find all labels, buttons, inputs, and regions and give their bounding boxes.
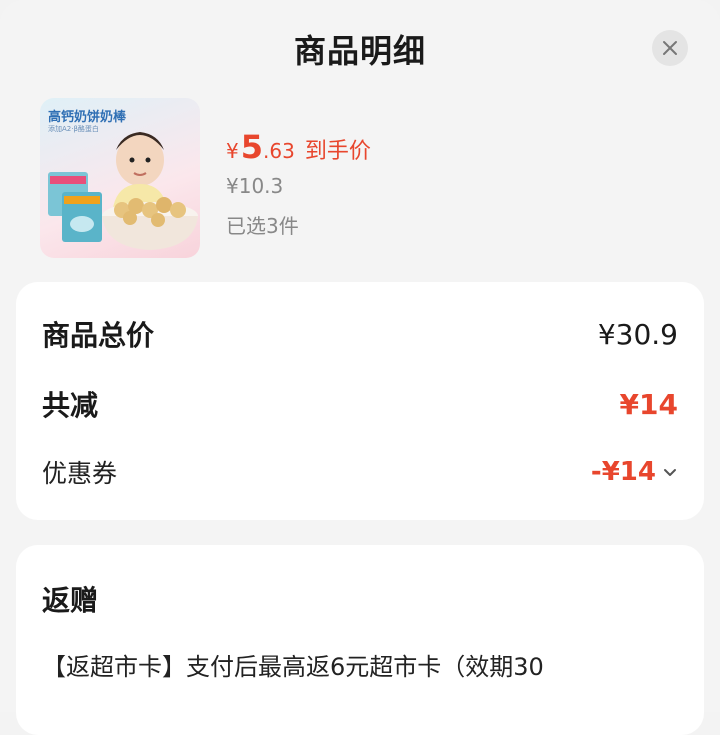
chevron-down-icon: [664, 469, 676, 476]
reduction-label: 共减: [42, 389, 99, 422]
price-decimal: .63: [263, 139, 295, 163]
total-price-label: 商品总价: [42, 319, 155, 352]
total-price-value: ¥30.9: [597, 317, 678, 351]
coupon-row[interactable]: 优惠券 -¥14: [42, 454, 678, 490]
product-image[interactable]: 高钙奶饼奶棒 添加A2·β酪蛋白: [40, 98, 200, 258]
reduction-row: 共减 ¥14: [42, 384, 678, 424]
gift-description: 【返超市卡】支付后最高返6元超市卡（效期30: [42, 653, 544, 681]
price-tag: 到手价: [304, 139, 371, 164]
original-price: ¥10.3: [226, 174, 284, 198]
product-detail-sheet: 商品明细 高钙奶饼奶棒 添加A2·β酪蛋白 ¥ 5 .63 到手价 ¥10.3 …: [0, 0, 720, 735]
close-button[interactable]: [652, 30, 688, 66]
close-icon: [663, 41, 677, 55]
price-summary-card: 商品总价 ¥30.9 共减 ¥14 优惠券 -¥14: [16, 282, 704, 520]
coupon-selector[interactable]: -¥14: [591, 457, 678, 487]
selected-count: 已选3件: [226, 214, 299, 238]
price-integer: 5: [240, 128, 263, 166]
sheet-title: 商品明细: [293, 32, 426, 70]
coupon-label: 优惠券: [42, 459, 118, 488]
gift-card: 返赠 【返超市卡】支付后最高返6元超市卡（效期30: [16, 545, 704, 735]
total-price-row: 商品总价 ¥30.9: [42, 314, 678, 354]
coupon-value: -¥14: [590, 457, 656, 487]
reduction-value: ¥14: [619, 387, 678, 421]
product-illustration: [48, 132, 198, 250]
deal-price: ¥ 5 .63 到手价: [226, 128, 371, 166]
gift-title: 返赠: [42, 584, 99, 617]
price-currency: ¥: [226, 139, 239, 163]
product-summary: 高钙奶饼奶棒 添加A2·β酪蛋白 ¥ 5 .63 到手价 ¥10.3 已选3件: [40, 98, 680, 258]
